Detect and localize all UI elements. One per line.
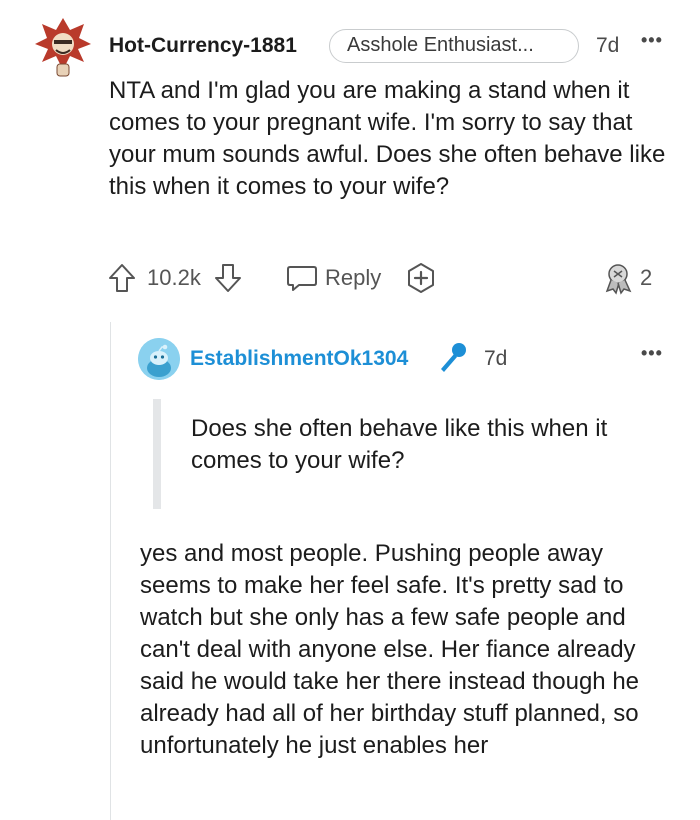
downvote-arrow-icon	[213, 262, 243, 294]
speech-bubble-icon	[285, 262, 319, 294]
blockquote-text: Does she often behave like this when it …	[191, 415, 608, 474]
reply-more-options-button[interactable]: •••	[641, 343, 663, 364]
microphone-icon	[436, 340, 470, 379]
comment-timestamp: 7d	[596, 34, 620, 57]
snoo-avatar-icon	[35, 18, 91, 77]
reply-label: Reply	[325, 265, 382, 290]
reply-timestamp: 7d	[484, 347, 508, 370]
vote-count: 10.2k	[147, 265, 201, 290]
user-flair: Asshole Enthusiast...	[329, 29, 579, 63]
comment-body: NTA and I'm glad you are making a stand …	[109, 77, 666, 200]
awards-summary[interactable]: 2	[602, 260, 652, 296]
award-badge-icon	[602, 261, 636, 295]
more-options-button[interactable]: •••	[641, 30, 663, 51]
reply-username[interactable]: EstablishmentOk1304	[190, 347, 408, 371]
blockquote-bar	[153, 399, 161, 509]
reply-avatar[interactable]	[138, 338, 180, 380]
give-award-button[interactable]	[404, 260, 438, 296]
user-avatar[interactable]	[34, 16, 92, 78]
comment-action-bar: 10.2k Reply 2	[107, 260, 667, 296]
downvote-button[interactable]	[213, 260, 243, 296]
reply-button[interactable]: Reply	[285, 260, 381, 296]
reply-body: yes and most people. Pushing people away…	[140, 540, 640, 759]
default-snoo-avatar-icon	[138, 338, 180, 380]
upvote-arrow-icon	[107, 262, 137, 294]
award-count: 2	[640, 265, 653, 290]
comment-username[interactable]: Hot-Currency-1881	[109, 34, 297, 58]
upvote-button[interactable]	[107, 260, 137, 296]
thread-line[interactable]	[110, 322, 111, 820]
plus-award-icon	[404, 261, 438, 295]
